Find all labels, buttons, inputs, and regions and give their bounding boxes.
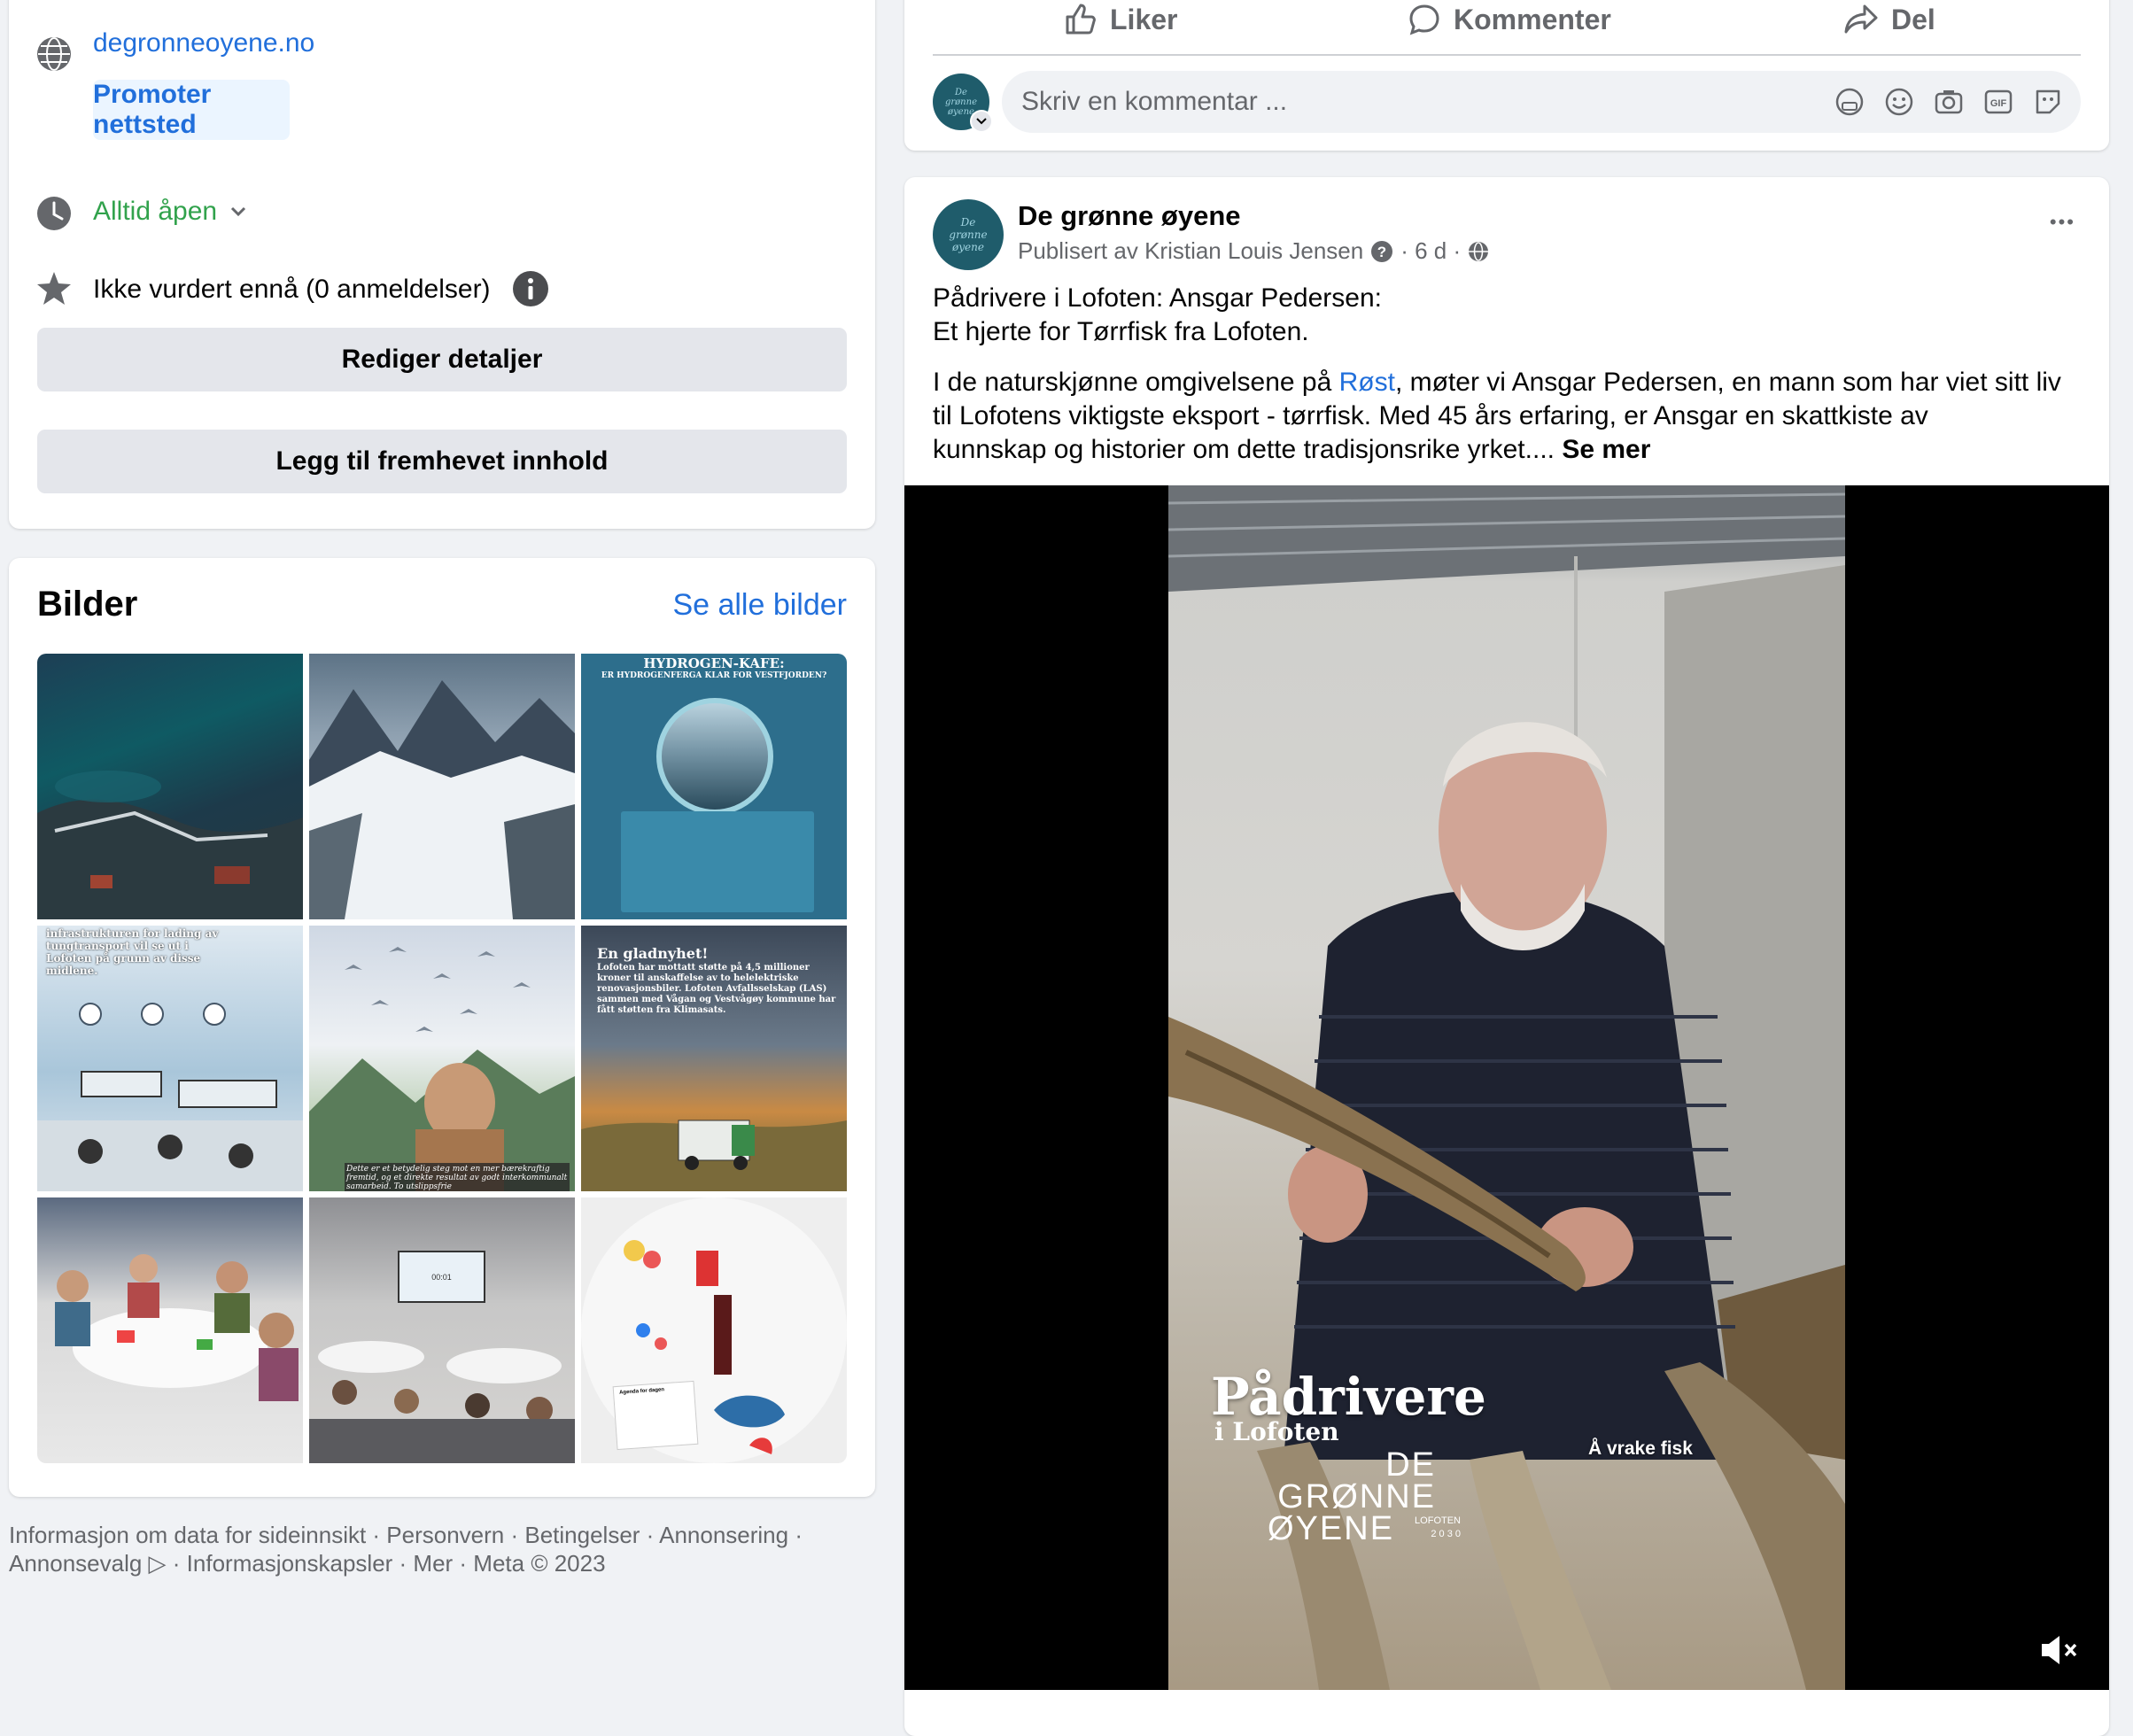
- body-text-1: I de naturskjønne omgivelsene på: [933, 368, 1339, 397]
- add-featured-button[interactable]: Legg til fremhevet innhold: [37, 430, 847, 493]
- audience-image: [309, 1341, 575, 1463]
- photo-tile[interactable]: Dette er et betydelig steg mot en mer bæ…: [309, 926, 575, 1191]
- tile-caption: infrastrukturen for lading av tungtransp…: [46, 927, 219, 977]
- photo-tile[interactable]: [37, 1197, 303, 1463]
- trucks-illustration: [37, 1003, 303, 1191]
- photo-tile[interactable]: Agenda for dagen: [581, 1197, 847, 1463]
- photo-tile[interactable]: 00:01: [309, 1197, 575, 1463]
- logo-line3: ØYENE: [1268, 1510, 1395, 1547]
- body-text-4: kunnskap og historier om dette tradisjon…: [933, 435, 1555, 464]
- post-age[interactable]: · 6 d ·: [1400, 237, 1461, 265]
- location-link-rost[interactable]: Røst: [1339, 368, 1395, 397]
- video-frame: Pådrivere i Lofoten DE GRØNNE ØYENE LOFO…: [1168, 485, 1845, 1690]
- agenda-sheet: Agenda for dagen: [612, 1380, 699, 1451]
- rating-text: Ikke vurdert ennå (0 anmeldelser): [93, 275, 491, 304]
- share-label: Del: [1891, 3, 1935, 35]
- post-body: I de naturskjønne omgivelsene på Røst, m…: [933, 366, 2093, 467]
- edit-details-button[interactable]: Rediger detaljer: [37, 328, 847, 391]
- avatar-chevron-badge[interactable]: [970, 110, 993, 133]
- post-meta: Publisert av Kristian Louis Jensen ? · 6…: [1018, 237, 1489, 265]
- published-by[interactable]: Publisert av Kristian Louis Jensen: [1018, 237, 1363, 265]
- comment-button[interactable]: Kommenter: [1408, 0, 1611, 39]
- aerial-island-image: [37, 771, 303, 919]
- page-avatar[interactable]: De grønne øyene: [933, 199, 1004, 270]
- photo-tile[interactable]: [309, 654, 575, 919]
- photo-tile[interactable]: En gladnyhet! Lofoten har mottatt støtte…: [581, 926, 847, 1191]
- clock-icon: [37, 197, 71, 230]
- page-name[interactable]: De grønne øyene: [1018, 200, 1241, 232]
- svg-text:?: ?: [1377, 244, 1386, 260]
- photo-tile[interactable]: HYDROGEN-KAFE: ER HYDROGENFERGA KLAR FOR…: [581, 654, 847, 919]
- more-options-button[interactable]: •••: [2050, 211, 2075, 234]
- action-divider: [933, 54, 2081, 56]
- body-text-2: , møter vi Ansgar Pedersen, en mann som …: [1394, 368, 2061, 397]
- screen-timer: 00:01: [431, 1272, 452, 1282]
- comment-label: Kommenter: [1454, 3, 1611, 35]
- logo-small2: 2 0 3 0: [1431, 1529, 1461, 1539]
- footer-links-2[interactable]: Annonsevalg ▷ · Informasjonskapsler · Me…: [9, 1550, 606, 1577]
- tile-headline: En gladnyhet!: [597, 945, 709, 962]
- poster-subtitle: ER HYDROGENFERGA KLAR FOR VESTFJORDEN?: [601, 671, 827, 680]
- photos-card: Bilder Se alle bilder HYDROGEN-KAFE: ER …: [9, 558, 875, 1497]
- star-icon: [37, 272, 71, 305]
- garbage-truck-illustration: [581, 1120, 847, 1191]
- sticker-icon[interactable]: [2033, 87, 2063, 117]
- logo-small1: LOFOTEN: [1415, 1515, 1461, 1526]
- workshop-image: [55, 1254, 299, 1401]
- hours-dropdown[interactable]: Alltid åpen: [93, 197, 247, 227]
- like-label: Liker: [1110, 3, 1178, 35]
- chevron-down-icon: [231, 206, 246, 217]
- avatar-sticker-icon[interactable]: [1834, 87, 1865, 117]
- video-title-line2: i Lofoten: [1214, 1417, 1339, 1446]
- globe-icon: [1469, 241, 1489, 261]
- poster-text-box: [621, 811, 814, 912]
- photo-tile[interactable]: [37, 654, 303, 919]
- footer-links[interactable]: Informasjon om data for sideinnsikt · Pe…: [9, 1522, 803, 1549]
- avatar-text: De grønne øyene: [949, 216, 988, 253]
- chevron-down-icon: [976, 118, 987, 125]
- photo-tile[interactable]: infrastrukturen for lading av tungtransp…: [37, 926, 303, 1191]
- tile-caption: Dette er et betydelig steg mot en mer bæ…: [345, 1163, 570, 1191]
- page-info-card: degronneoyene.no Promoter nettsted Allti…: [9, 0, 875, 529]
- video-logo: DE GRØNNE ØYENE LOFOTEN 2 0 3 0: [1268, 1446, 1461, 1547]
- previous-post-card: Liker Kommenter Del De grønne øyene Skri…: [904, 0, 2109, 151]
- svg-text:GIF: GIF: [1990, 98, 2007, 109]
- like-icon: [1066, 4, 1096, 35]
- photo-grid: HYDROGEN-KAFE: ER HYDROGENFERGA KLAR FOR…: [37, 654, 847, 1463]
- post-card: De grønne øyene De grønne øyene Publiser…: [904, 177, 2109, 1736]
- hours-status: Alltid åpen: [93, 197, 218, 226]
- gif-icon[interactable]: GIF: [1983, 87, 2013, 117]
- globe-icon: [37, 37, 71, 71]
- website-link[interactable]: degronneoyene.no: [93, 28, 314, 58]
- share-button[interactable]: Del: [1843, 0, 1935, 39]
- photos-title: Bilder: [37, 585, 138, 624]
- comment-placeholder: Skriv en kommentar ...: [1021, 87, 1288, 116]
- info-icon[interactable]: [512, 270, 549, 307]
- post-headline-2: Et hjerte for Tørrfisk fra Lofoten.: [933, 317, 1309, 346]
- body-text-3: til Lofotens viktigste eksport - tørrfis…: [933, 401, 1928, 430]
- comment-input[interactable]: Skriv en kommentar ...: [1002, 71, 2081, 133]
- comment-icon: [1409, 4, 1439, 35]
- poster-porthole: [656, 698, 773, 815]
- birds-illustration: [309, 947, 575, 1191]
- emoji-icon[interactable]: [1884, 87, 1914, 117]
- promote-website-button[interactable]: Promoter nettsted: [93, 80, 290, 140]
- post-headline-1: Pådrivere i Lofoten: Ansgar Pedersen:: [933, 283, 1382, 313]
- mute-icon[interactable]: [2038, 1632, 2081, 1668]
- poster-headline: HYDROGEN-KAFE:: [643, 655, 785, 671]
- tile-caption: Lofoten har mottatt støtte på 4,5 millio…: [597, 963, 836, 1015]
- presentation-screen: 00:01: [398, 1251, 485, 1303]
- like-button[interactable]: Liker: [1064, 0, 1177, 39]
- video-player[interactable]: Pådrivere i Lofoten DE GRØNNE ØYENE LOFO…: [904, 485, 2109, 1690]
- help-icon[interactable]: ?: [1370, 240, 1393, 263]
- see-more-link[interactable]: Se mer: [1562, 435, 1650, 464]
- share-icon: [1844, 4, 1878, 34]
- snowy-mountains-image: [309, 680, 575, 919]
- agenda-title: Agenda for dagen: [618, 1387, 665, 1396]
- see-all-photos-link[interactable]: Se alle bilder: [672, 588, 847, 623]
- camera-icon[interactable]: [1934, 87, 1964, 117]
- video-caption: Å vrake fisk: [1588, 1438, 1693, 1459]
